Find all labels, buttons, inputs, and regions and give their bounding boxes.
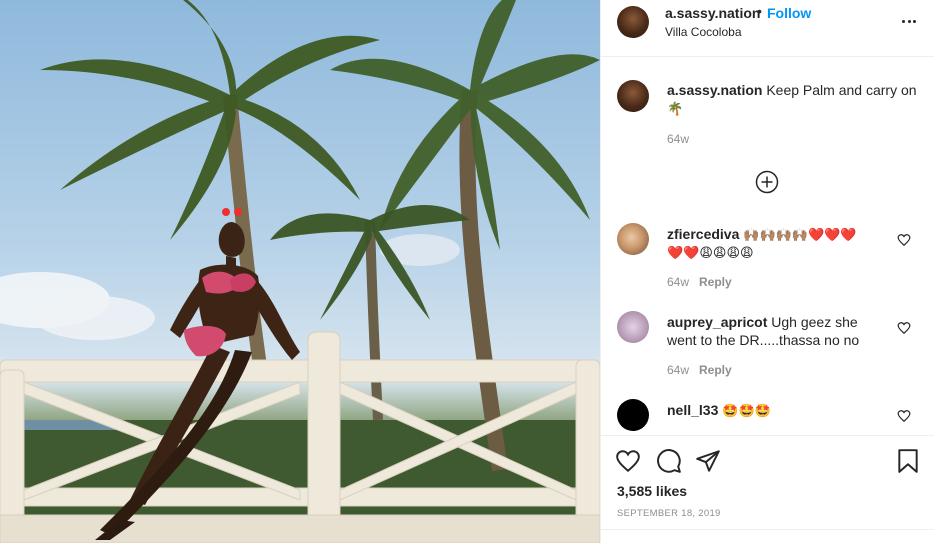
comment-age: 64w bbox=[667, 363, 690, 377]
bookmark-icon[interactable] bbox=[895, 448, 921, 474]
comment-username[interactable]: auprey_apricot bbox=[667, 314, 767, 330]
heart-icon[interactable] bbox=[897, 233, 911, 247]
reply-button[interactable]: Reply bbox=[699, 275, 732, 289]
paper-plane-icon[interactable] bbox=[695, 448, 721, 474]
comment-text: zfiercediva 🙌🏽🙌🏽🙌🏽🙌🏽❤️❤️❤️ ❤️❤️😩😩😩😩 bbox=[667, 225, 917, 261]
reply-button[interactable]: Reply bbox=[699, 363, 732, 377]
plus-circle-icon[interactable] bbox=[755, 170, 779, 194]
heart-icon[interactable] bbox=[897, 409, 911, 423]
comment-body: Ugh geez she bbox=[771, 314, 858, 330]
more-options-icon[interactable] bbox=[899, 12, 919, 32]
author-username[interactable]: a.sassy.nation bbox=[665, 5, 760, 21]
caption-text: a.sassy.nation Keep Palm and carry on 🌴 bbox=[667, 81, 917, 117]
add-comment-area[interactable] bbox=[601, 529, 934, 543]
post-actions: 3,585 likes September 18, 2019 bbox=[601, 435, 934, 543]
comment-body-continued: went to the DR.....thassa no no bbox=[667, 332, 860, 348]
caption-age: 64w bbox=[667, 132, 690, 146]
caption-emoji: 🌴 bbox=[667, 101, 684, 116]
post-date: September 18, 2019 bbox=[617, 508, 721, 519]
comment-bubble-icon[interactable] bbox=[656, 448, 682, 474]
caption-meta: 64w bbox=[667, 132, 689, 146]
caption-avatar[interactable] bbox=[617, 80, 649, 112]
comment-text: nell_l33 🤩🤩🤩 bbox=[667, 401, 917, 419]
caption-body: Keep Palm and carry on bbox=[766, 82, 917, 98]
comments-list[interactable]: a.sassy.nation Keep Palm and carry on 🌴 … bbox=[601, 57, 934, 435]
likes-count[interactable]: 3,585 likes bbox=[617, 483, 687, 499]
heart-icon[interactable] bbox=[897, 321, 911, 335]
heart-icon[interactable] bbox=[615, 448, 641, 474]
comment-username[interactable]: nell_l33 bbox=[667, 402, 718, 418]
location-link[interactable]: Villa Cocoloba bbox=[665, 25, 742, 39]
comment-body-continued: ❤️❤️😩😩😩😩 bbox=[667, 245, 754, 260]
post-photo[interactable] bbox=[0, 0, 600, 543]
post-side-panel: a.sassy.nation • Follow Villa Cocoloba a… bbox=[600, 0, 934, 543]
separator-dot: • bbox=[757, 3, 762, 19]
caption-username[interactable]: a.sassy.nation bbox=[667, 82, 762, 98]
commenter-avatar[interactable] bbox=[617, 311, 649, 343]
comment-body: 🙌🏽🙌🏽🙌🏽🙌🏽❤️❤️❤️ bbox=[743, 227, 857, 242]
post-header: a.sassy.nation • Follow Villa Cocoloba bbox=[601, 0, 934, 57]
comment-body: 🤩🤩🤩 bbox=[722, 403, 771, 418]
comment-age: 64w bbox=[667, 275, 690, 289]
comment-username[interactable]: zfiercediva bbox=[667, 226, 739, 242]
author-avatar[interactable] bbox=[617, 6, 649, 38]
commenter-avatar[interactable] bbox=[617, 223, 649, 255]
follow-button[interactable]: Follow bbox=[767, 5, 811, 21]
photo-illustration bbox=[0, 0, 600, 543]
comment-text: auprey_apricot Ugh geez she went to the … bbox=[667, 313, 917, 349]
comment-meta: 64w Reply bbox=[667, 363, 732, 377]
comment-meta: 64w Reply bbox=[667, 275, 732, 289]
commenter-avatar[interactable] bbox=[617, 399, 649, 431]
